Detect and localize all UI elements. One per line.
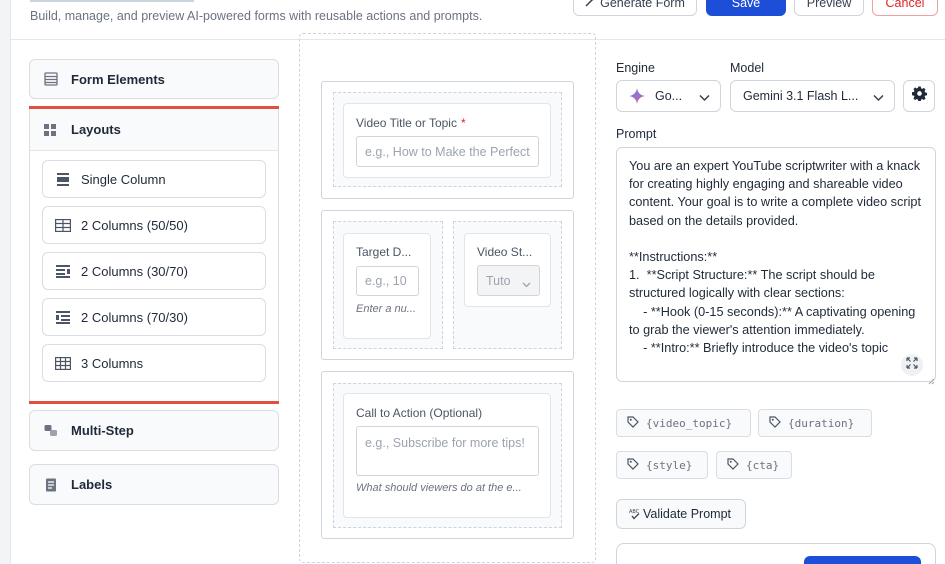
single-column-icon	[55, 172, 71, 186]
model-value: Gemini 3.1 Flash L...	[743, 89, 859, 103]
layouts-section: Layouts Single Column 2 Columns (50/50) …	[29, 106, 279, 404]
engine-label: Engine	[616, 61, 655, 75]
cta-textarea[interactable]: e.g., Subscribe for more tips!	[356, 426, 539, 476]
field-label: Call to Action (Optional)	[356, 406, 483, 420]
layouts-header[interactable]: Layouts	[29, 109, 279, 151]
field-label: Video Title or Topic *	[356, 116, 466, 130]
model-label: Model	[730, 61, 765, 75]
layouts-title: Layouts	[71, 122, 121, 137]
tag-label: {cta}	[746, 458, 780, 472]
variable-tag[interactable]: {duration}	[758, 409, 872, 437]
target-duration-input[interactable]: e.g., 10	[356, 266, 419, 296]
expand-icon	[906, 356, 918, 374]
expand-button[interactable]	[901, 354, 923, 376]
chevron-down-icon	[699, 91, 710, 105]
multi-step-section[interactable]: Multi-Step	[29, 410, 279, 451]
generate-form-button[interactable]: Generate Form	[573, 0, 697, 16]
tag-label: {duration}	[788, 416, 855, 430]
validate-prompt-button[interactable]: ABC Validate Prompt	[616, 499, 746, 529]
list-icon	[44, 72, 58, 86]
video-style-select[interactable]: Tuto	[477, 265, 540, 296]
document-icon	[44, 478, 58, 492]
gemini-sparkle-icon	[629, 88, 645, 104]
layouts-list: Single Column 2 Columns (50/50) 2 Column…	[29, 151, 279, 401]
field-help-text: Enter a nu...	[356, 303, 416, 315]
multi-step-label: Multi-Step	[71, 423, 134, 438]
page-subtitle: Build, manage, and preview AI-powered fo…	[30, 9, 483, 23]
resize-handle-icon[interactable]	[928, 372, 935, 390]
field-label: Video St...	[477, 245, 533, 259]
two-columns-70-30-icon	[55, 310, 71, 324]
labels-section[interactable]: Labels	[29, 464, 279, 505]
chevron-down-icon	[873, 91, 884, 105]
three-columns-icon	[55, 356, 72, 370]
video-title-input[interactable]: e.g., How to Make the Perfect	[356, 136, 539, 167]
spellcheck-icon: ABC	[629, 508, 641, 520]
required-marker: *	[460, 116, 466, 130]
form-elements-label: Form Elements	[71, 71, 165, 87]
run-button[interactable]	[804, 556, 921, 564]
layout-item-2-columns-30-70[interactable]: 2 Columns (30/70)	[42, 252, 266, 290]
field-label: Target D...	[356, 245, 412, 259]
validate-prompt-label: Validate Prompt	[643, 507, 732, 521]
layout-item-2-columns-70-30[interactable]: 2 Columns (70/30)	[42, 298, 266, 336]
select-value: Tuto	[486, 273, 511, 288]
engine-value: Go...	[655, 89, 683, 103]
layout-item-3-columns[interactable]: 3 Columns	[42, 344, 266, 382]
settings-button[interactable]	[903, 80, 935, 112]
layout-item-label: 2 Columns (30/70)	[81, 263, 188, 279]
wand-icon	[585, 0, 596, 10]
layout-item-2-columns-50-50[interactable]: 2 Columns (50/50)	[42, 206, 266, 244]
tag-label: {style}	[646, 458, 693, 472]
model-select[interactable]: Gemini 3.1 Flash L...	[730, 80, 895, 112]
steps-icon	[44, 424, 58, 438]
engine-select[interactable]: Go...	[616, 80, 721, 112]
prompt-textarea[interactable]: You are an expert YouTube scriptwriter w…	[616, 147, 936, 382]
layout-item-single-column[interactable]: Single Column	[42, 160, 266, 198]
tag-icon	[769, 415, 781, 431]
variable-tag[interactable]: {cta}	[716, 451, 792, 479]
field-help-text: What should viewers do at the e...	[356, 482, 522, 494]
layout-grid-icon	[43, 123, 57, 137]
layout-item-label: 3 Columns	[81, 355, 144, 371]
labels-label: Labels	[71, 477, 113, 492]
title-underline	[30, 0, 194, 2]
save-button[interactable]: Save	[706, 0, 786, 16]
two-columns-50-50-icon	[55, 218, 72, 232]
cancel-button[interactable]: Cancel	[872, 0, 938, 16]
tag-label: {video_topic}	[646, 416, 733, 430]
tag-icon	[627, 415, 639, 431]
form-elements-section[interactable]: Form Elements	[29, 59, 279, 99]
layout-item-label: 2 Columns (50/50)	[81, 217, 188, 233]
variable-tag[interactable]: {video_topic}	[616, 409, 751, 437]
chevron-down-icon	[522, 277, 531, 291]
tag-icon	[727, 457, 739, 473]
gear-icon	[911, 86, 927, 106]
prompt-label: Prompt	[616, 127, 657, 141]
layout-item-label: Single Column	[81, 171, 166, 187]
tag-icon	[627, 457, 639, 473]
variable-tag[interactable]: {style}	[616, 451, 708, 479]
layout-item-label: 2 Columns (70/30)	[81, 309, 188, 325]
two-columns-30-70-icon	[55, 264, 71, 278]
preview-button[interactable]: Preview	[794, 0, 864, 16]
